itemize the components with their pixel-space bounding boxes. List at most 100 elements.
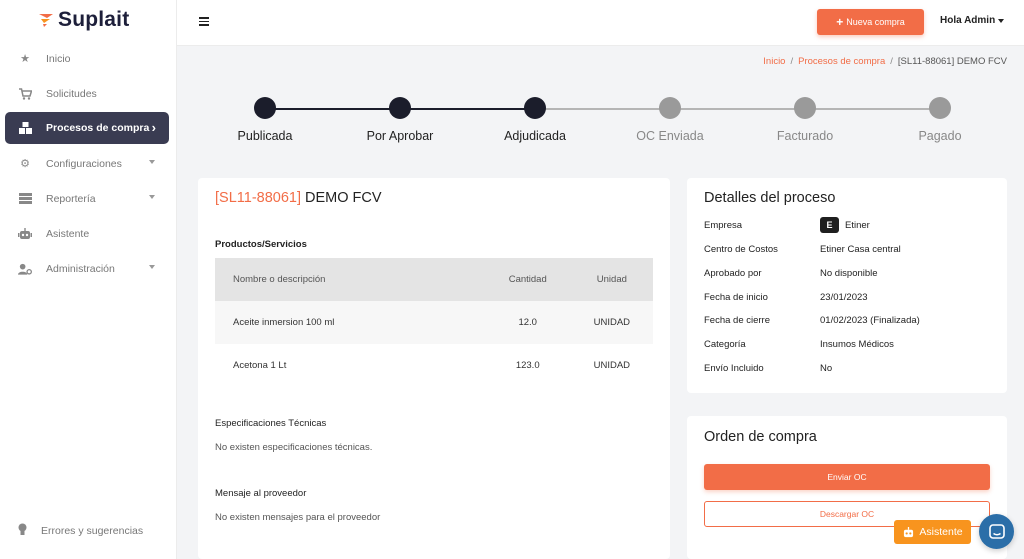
stepper-label: Publicada (237, 129, 293, 143)
sidebar-item-label: Inicio (46, 52, 71, 65)
breadcrumb-separator: / (790, 56, 794, 67)
assistant-button[interactable]: Asistente (894, 520, 971, 544)
products-heading: Productos/Servicios (215, 239, 307, 250)
detail-key: Envío Incluido (704, 363, 764, 374)
new-purchase-label: Nueva compra (846, 17, 905, 27)
chat-launcher[interactable] (979, 514, 1014, 549)
lightbulb-icon (18, 523, 27, 539)
sidebar-item-configuraciones[interactable]: ⚙ Configuraciones (0, 146, 177, 181)
detail-row-empresa: Empresa E Etiner (704, 217, 994, 234)
stepper-label: Pagado (918, 129, 962, 143)
details-title: Detalles del proceso (704, 190, 836, 206)
logo-icon (39, 14, 53, 27)
details-card: Detalles del proceso Empresa E Etiner Ce… (687, 178, 1007, 393)
star-icon: ★ (20, 53, 30, 65)
stepper-dot (929, 97, 951, 119)
table-cell: Acetona 1 Lt (233, 360, 287, 371)
sidebar-item-label: Asistente (46, 227, 90, 240)
errors-label: Errores y sugerencias (41, 525, 144, 537)
new-purchase-button[interactable]: + Nueva compra (817, 9, 924, 35)
table-cell: Aceite inmersion 100 ml (215, 301, 485, 344)
detail-row: Aprobado por No disponible (704, 268, 994, 282)
sidebar-item-administracion[interactable]: Administración (0, 251, 177, 286)
stepper-label: Facturado (776, 129, 834, 143)
gear-icon: ⚙ (20, 158, 30, 170)
stepper-connector (805, 107, 940, 110)
breadcrumb-section[interactable]: Procesos de compra (798, 56, 885, 67)
table-row: Aceite inmersion 100 ml 12.0 UNIDAD (215, 301, 653, 344)
detail-key: Empresa (704, 220, 743, 231)
purchase-order-title: Orden de compra (704, 429, 817, 445)
app-logo[interactable]: Suplait (38, 8, 129, 32)
boxes-icon (18, 121, 32, 135)
sidebar-item-label: Reportería (46, 192, 96, 205)
stepper-dot (659, 97, 681, 119)
menu-toggle-icon[interactable] (199, 17, 209, 26)
message-text: No existen mensajes para el proveedor (215, 512, 381, 523)
robot-icon (18, 227, 32, 241)
detail-key: Fecha de cierre (704, 315, 771, 326)
breadcrumb-current: [SL11-88061] DEMO FCV (897, 56, 1007, 67)
caret-down-icon (149, 265, 155, 269)
table-cell: 123.0 (515, 360, 540, 371)
detail-value: No (820, 363, 833, 374)
stepper-dot (524, 97, 546, 119)
caret-down-icon (149, 160, 155, 164)
user-cog-icon (18, 262, 32, 276)
stepper-label: Por Aprobar (366, 129, 434, 143)
table-header-row: Nombre o descripción Cantidad Unidad (215, 258, 653, 301)
detail-row: Envío Incluido No (704, 363, 994, 377)
stepper-connector (535, 107, 670, 110)
stepper-connector (400, 107, 535, 110)
sidebar-item-errores[interactable]: Errores y sugerencias (18, 523, 143, 539)
column-header: Nombre o descripción (215, 258, 485, 301)
breadcrumb-separator: / (890, 56, 893, 67)
app-name: Suplait (58, 8, 130, 31)
specs-heading: Especificaciones Técnicas (215, 418, 327, 429)
process-title: [SL11-88061] DEMO FCV (215, 190, 382, 206)
sidebar-item-asistente[interactable]: Asistente (0, 216, 177, 251)
user-greeting: Hola Admin (940, 15, 996, 26)
detail-key: Categoría (704, 339, 746, 350)
sidebar-item-label: Solicitudes (46, 87, 97, 100)
detail-value: Etiner Casa central (820, 244, 901, 255)
detail-value: E Etiner (820, 217, 870, 233)
breadcrumb: Inicio / Procesos de compra / [SL11-8806… (763, 56, 1007, 67)
plus-icon: + (836, 15, 844, 29)
robot-icon (904, 526, 914, 537)
sidebar-item-reporteria[interactable]: Reportería (0, 181, 177, 216)
detail-row: Centro de Costos Etiner Casa central (704, 244, 994, 258)
detail-key: Aprobado por (704, 268, 762, 279)
table-cell: UNIDAD (570, 301, 653, 344)
stepper-dot (254, 97, 276, 119)
sidebar-nav: ★ Inicio Solicitudes Procesos de compra … (0, 41, 177, 286)
caret-down-icon (149, 195, 155, 199)
company-avatar: E (820, 217, 839, 233)
user-menu[interactable]: Hola Admin (940, 15, 1005, 26)
column-header: Unidad (570, 258, 653, 301)
detail-value: No disponible (820, 268, 878, 279)
process-name: DEMO FCV (305, 190, 382, 206)
chevron-right-icon: › (151, 120, 156, 135)
stepper-connector (265, 107, 400, 110)
process-stepper: Publicada Por Aprobar Adjudicada OC Enviada… (198, 96, 1008, 151)
detail-row: Fecha de inicio 23/01/2023 (704, 292, 994, 306)
detail-key: Centro de Costos (704, 244, 778, 255)
company-name: Etiner (845, 219, 870, 231)
stepper-connector (670, 107, 805, 110)
send-oc-button[interactable]: Enviar OC (704, 464, 990, 490)
breadcrumb-home[interactable]: Inicio (763, 56, 785, 67)
topbar: + Nueva compra Hola Admin (177, 0, 1024, 46)
stepper-label: OC Enviada (636, 129, 704, 143)
stepper-dot (389, 97, 411, 119)
detail-value: Insumos Médicos (820, 339, 894, 350)
sidebar: Suplait ★ Inicio Solicitudes Procesos de… (0, 0, 177, 559)
sidebar-item-inicio[interactable]: ★ Inicio (0, 41, 177, 76)
sidebar-item-procesos-de-compra[interactable]: Procesos de compra › (5, 112, 169, 144)
detail-row: Fecha de cierre 01/02/2023 (Finalizada) (704, 315, 994, 329)
caret-down-icon (998, 18, 1005, 23)
sidebar-item-solicitudes[interactable]: Solicitudes (0, 76, 177, 111)
sidebar-item-label: Configuraciones (46, 157, 122, 170)
sidebar-item-label: Administración (46, 262, 115, 275)
report-icon (18, 192, 32, 206)
